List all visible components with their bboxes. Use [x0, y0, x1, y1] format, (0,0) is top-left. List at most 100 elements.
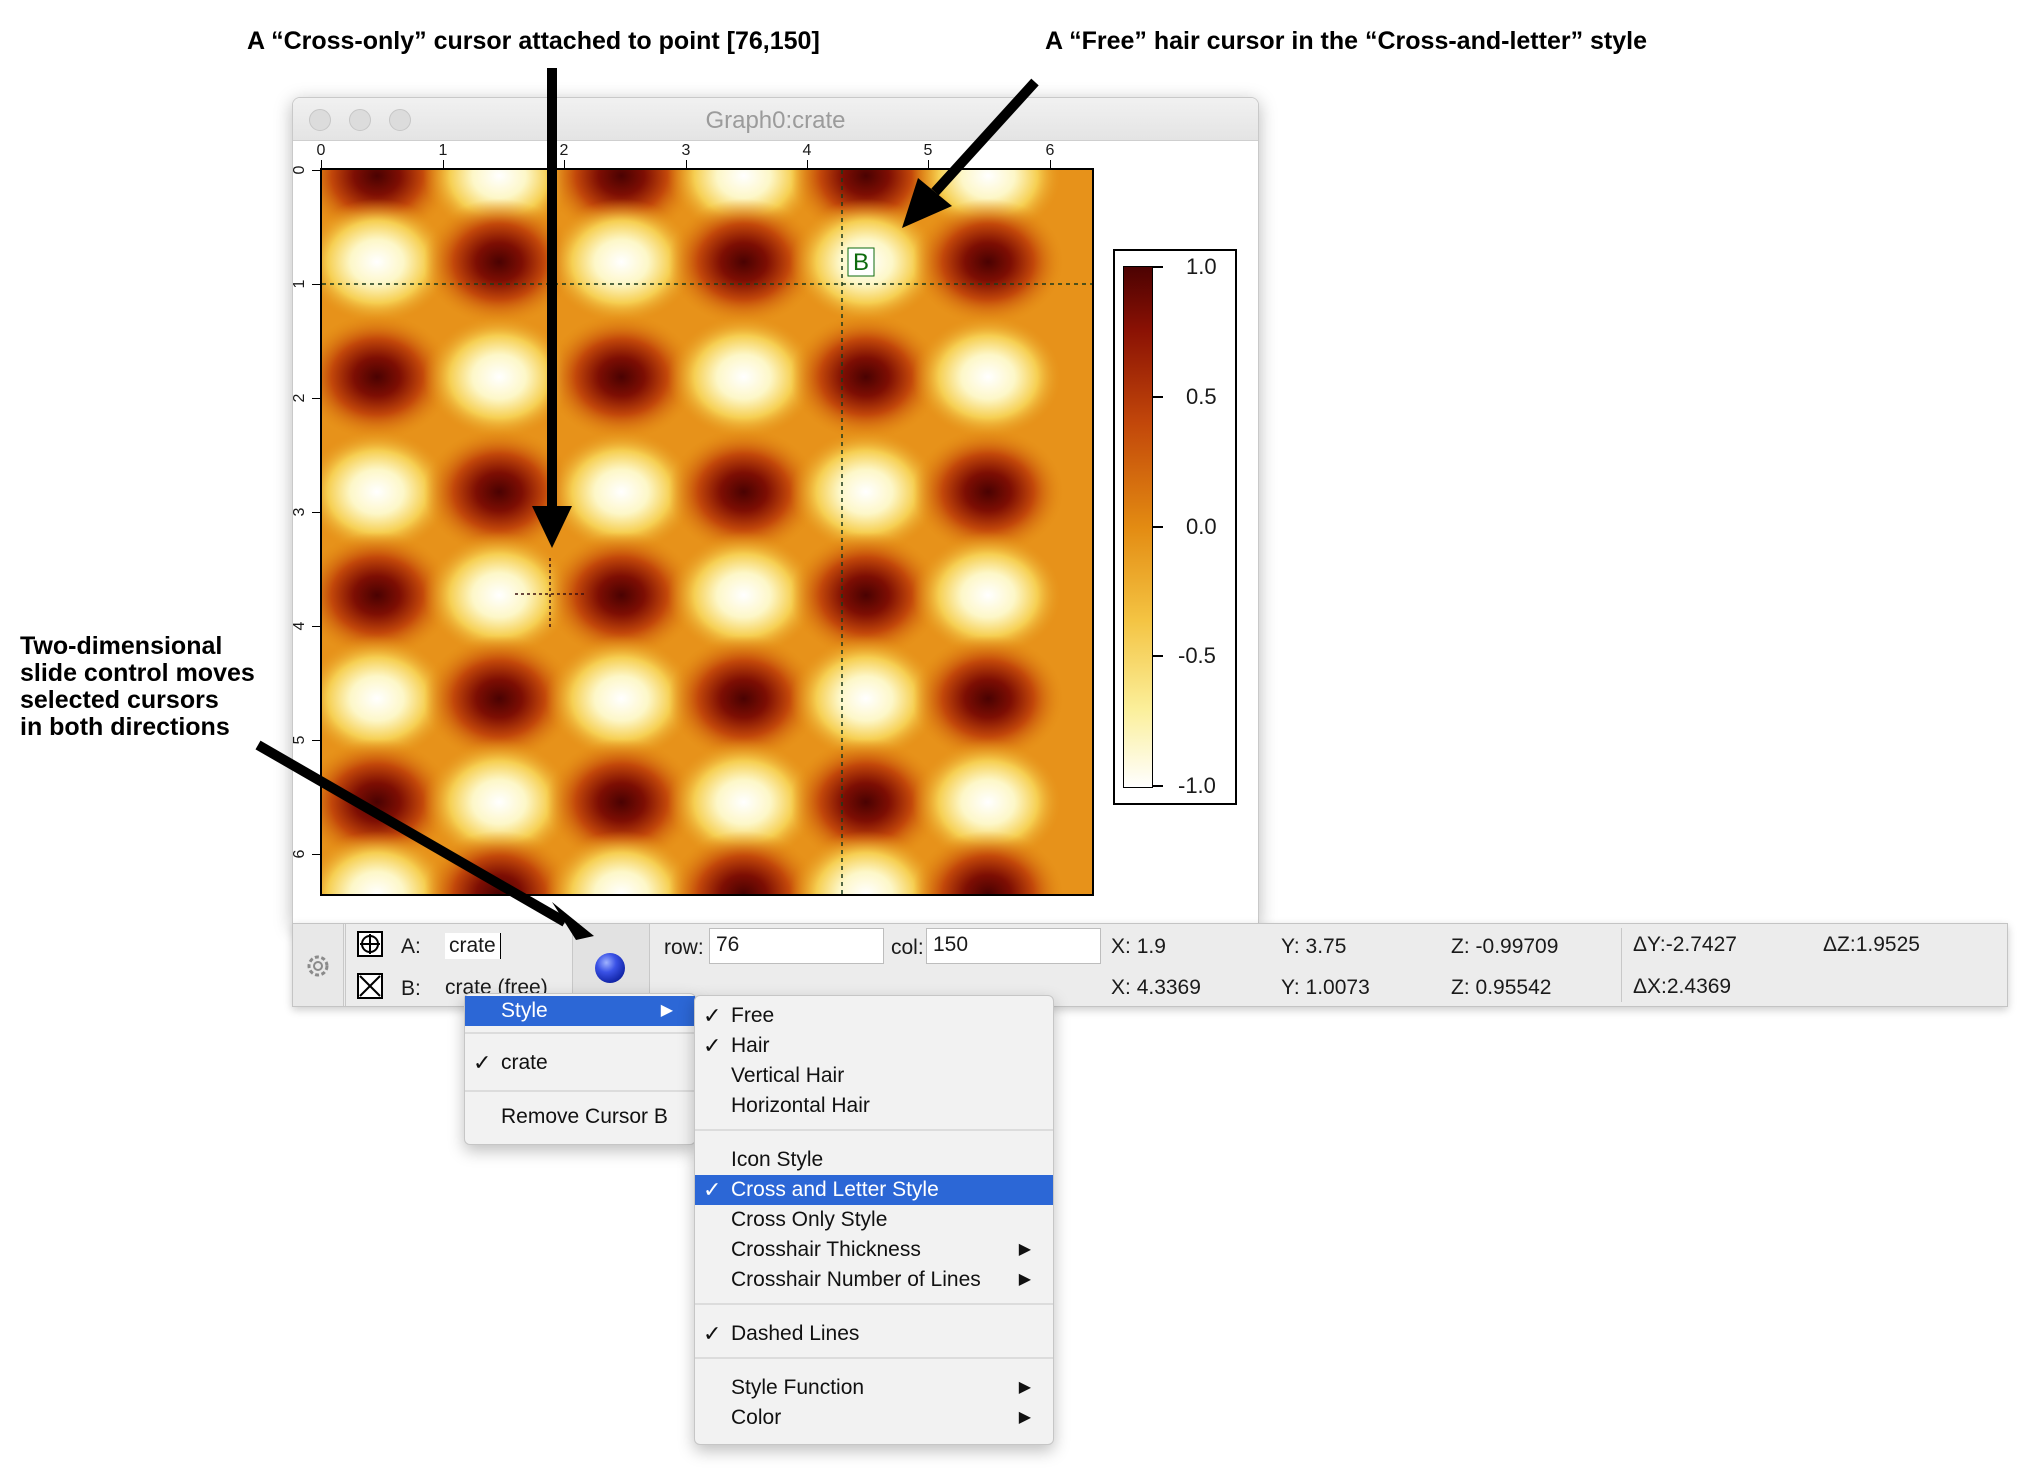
cursor-b-label: B:	[401, 977, 421, 1000]
menu-item-cross-and-letter-style[interactable]: ✓ Cross and Letter Style	[695, 1175, 1053, 1205]
cursor-a-z: Z: -0.99709	[1451, 935, 1558, 959]
top-tick-label: 0	[316, 142, 326, 159]
delta-y: ΔY:-2.7427	[1633, 933, 1737, 957]
colorscale-tick	[1153, 785, 1163, 787]
divider	[345, 924, 346, 1006]
left-tick-mark	[312, 626, 320, 627]
left-tick-label: 0	[291, 165, 308, 175]
image-plot[interactable]: B	[320, 168, 1094, 896]
left-tick-mark	[312, 740, 320, 741]
top-tick-label: 2	[559, 142, 569, 159]
menu-item-style[interactable]: Style ▶	[465, 996, 695, 1026]
menu-item-hair[interactable]: ✓ Hair	[695, 1031, 1053, 1061]
colorscale-label: 0.0	[1186, 514, 1217, 539]
checkmark-icon: ✓	[703, 1177, 722, 1202]
z-label: Z:	[1451, 976, 1470, 999]
left-tick-label: 1	[291, 279, 308, 289]
menu-item-cross-only-style[interactable]: Cross Only Style	[695, 1205, 1053, 1235]
row-field[interactable]: 76	[709, 928, 884, 964]
col-field[interactable]: 150	[926, 928, 1101, 964]
colorscale-tick	[1153, 266, 1163, 268]
colorscale-tick	[1153, 655, 1163, 657]
menu-item-remove-cursor-b[interactable]: Remove Cursor B	[465, 1102, 695, 1132]
cross-circle-icon[interactable]	[357, 931, 383, 957]
menu-item-dashed-lines[interactable]: ✓ Dashed Lines	[695, 1319, 1053, 1349]
cursor-context-menu: Style ▶ ✓ crate Remove Cursor B	[464, 993, 696, 1145]
menu-separator	[695, 1357, 1053, 1359]
x-label: X:	[1111, 935, 1131, 958]
cursor-a-wave-name[interactable]: crate	[445, 933, 501, 959]
heatmap-trough	[912, 313, 1064, 441]
y-label: Y:	[1281, 935, 1300, 958]
x-value: 1.9	[1136, 935, 1166, 958]
top-tick-mark	[1050, 160, 1051, 168]
menu-item-style-function[interactable]: Style Function ▶	[695, 1373, 1053, 1403]
menu-separator	[695, 1303, 1053, 1305]
annotation-line-1: Two-dimensional	[20, 632, 223, 660]
heatmap-blobs	[322, 170, 1064, 894]
cursor-b-z: Z: 0.95542	[1451, 976, 1551, 1000]
annotation-cross-only: A “Cross-only” cursor attached to point …	[247, 27, 820, 55]
left-tick-label: 2	[291, 393, 308, 403]
menu-separator	[695, 1129, 1053, 1131]
colorscale-label: -0.5	[1178, 643, 1216, 668]
slider-ball-handle[interactable]	[595, 953, 625, 983]
top-tick-label: 5	[923, 142, 933, 159]
menu-item-crate[interactable]: ✓ crate	[465, 1048, 695, 1078]
colorscale-label: 1.0	[1186, 254, 1217, 279]
style-submenu: ✓ Free ✓ Hair Vertical Hair Horizontal Hai…	[694, 995, 1054, 1445]
cursor-b-y: Y: 1.0073	[1281, 976, 1370, 1000]
left-tick-label: 3	[291, 507, 308, 517]
title-bar[interactable]: Graph0:crate	[293, 98, 1258, 141]
top-tick-mark	[564, 160, 565, 168]
submenu-arrow-icon: ▶	[1018, 1409, 1031, 1426]
menu-item-crosshair-number-of-lines[interactable]: Crosshair Number of Lines ▶	[695, 1265, 1053, 1295]
top-tick-label: 1	[438, 142, 448, 159]
annotation-free-hair: A “Free” hair cursor in the “Cross-and-l…	[1045, 27, 1648, 55]
menu-item-color[interactable]: Color ▶	[695, 1403, 1053, 1433]
submenu-arrow-icon: ▶	[660, 1002, 673, 1019]
submenu-arrow-icon: ▶	[1018, 1379, 1031, 1396]
delta-x: ΔX:2.4369	[1633, 975, 1731, 999]
menu-item-horizontal-hair[interactable]: Horizontal Hair	[695, 1091, 1053, 1121]
colorscale-tick	[1153, 396, 1163, 398]
dy-label: ΔY:	[1633, 933, 1666, 956]
x-value: 4.3369	[1136, 976, 1201, 999]
dz-value: 1.9525	[1855, 933, 1920, 956]
delta-z: ΔZ:1.9525	[1823, 933, 1920, 957]
left-tick-label: 6	[291, 849, 308, 859]
menu-item-crosshair-thickness[interactable]: Crosshair Thickness ▶	[695, 1235, 1053, 1265]
menu-item-vertical-hair[interactable]: Vertical Hair	[695, 1061, 1053, 1091]
y-value: 1.0073	[1305, 976, 1370, 999]
top-tick-mark	[686, 160, 687, 168]
heatmap-image: B	[322, 170, 1092, 894]
top-tick-mark	[321, 160, 322, 168]
menu-separator	[465, 1032, 695, 1034]
top-tick-mark	[443, 160, 444, 168]
menu-item-icon-style[interactable]: Icon Style	[695, 1145, 1053, 1175]
top-tick-mark	[807, 160, 808, 168]
menu-item-free[interactable]: ✓ Free	[695, 1001, 1053, 1031]
colorscale-label: 0.5	[1186, 384, 1217, 409]
left-tick-mark	[312, 284, 320, 285]
y-value: 3.75	[1305, 935, 1347, 958]
submenu-arrow-icon: ▶	[1018, 1271, 1031, 1288]
dz-label: ΔZ:	[1823, 933, 1856, 956]
left-tick-mark	[312, 170, 320, 171]
z-value: -0.99709	[1475, 935, 1559, 958]
annotation-line-4: in both directions	[20, 713, 230, 741]
checkmark-icon: ✓	[473, 1050, 492, 1075]
dy-value: -2.7427	[1665, 933, 1737, 956]
cursor-a-label: A:	[401, 935, 421, 958]
dx-value: 2.4369	[1666, 975, 1732, 998]
top-tick-mark	[928, 160, 929, 168]
info-panel-settings[interactable]	[293, 924, 344, 1006]
boxed-x-icon[interactable]	[357, 973, 383, 999]
menu-separator	[465, 1090, 695, 1092]
colorscale-tick	[1153, 526, 1163, 528]
left-tick-mark	[312, 398, 320, 399]
colorscale-bar	[1123, 266, 1153, 788]
colorscale-label: -1.0	[1178, 773, 1216, 798]
gear-icon[interactable]	[301, 949, 335, 983]
top-tick-label: 4	[802, 142, 812, 159]
